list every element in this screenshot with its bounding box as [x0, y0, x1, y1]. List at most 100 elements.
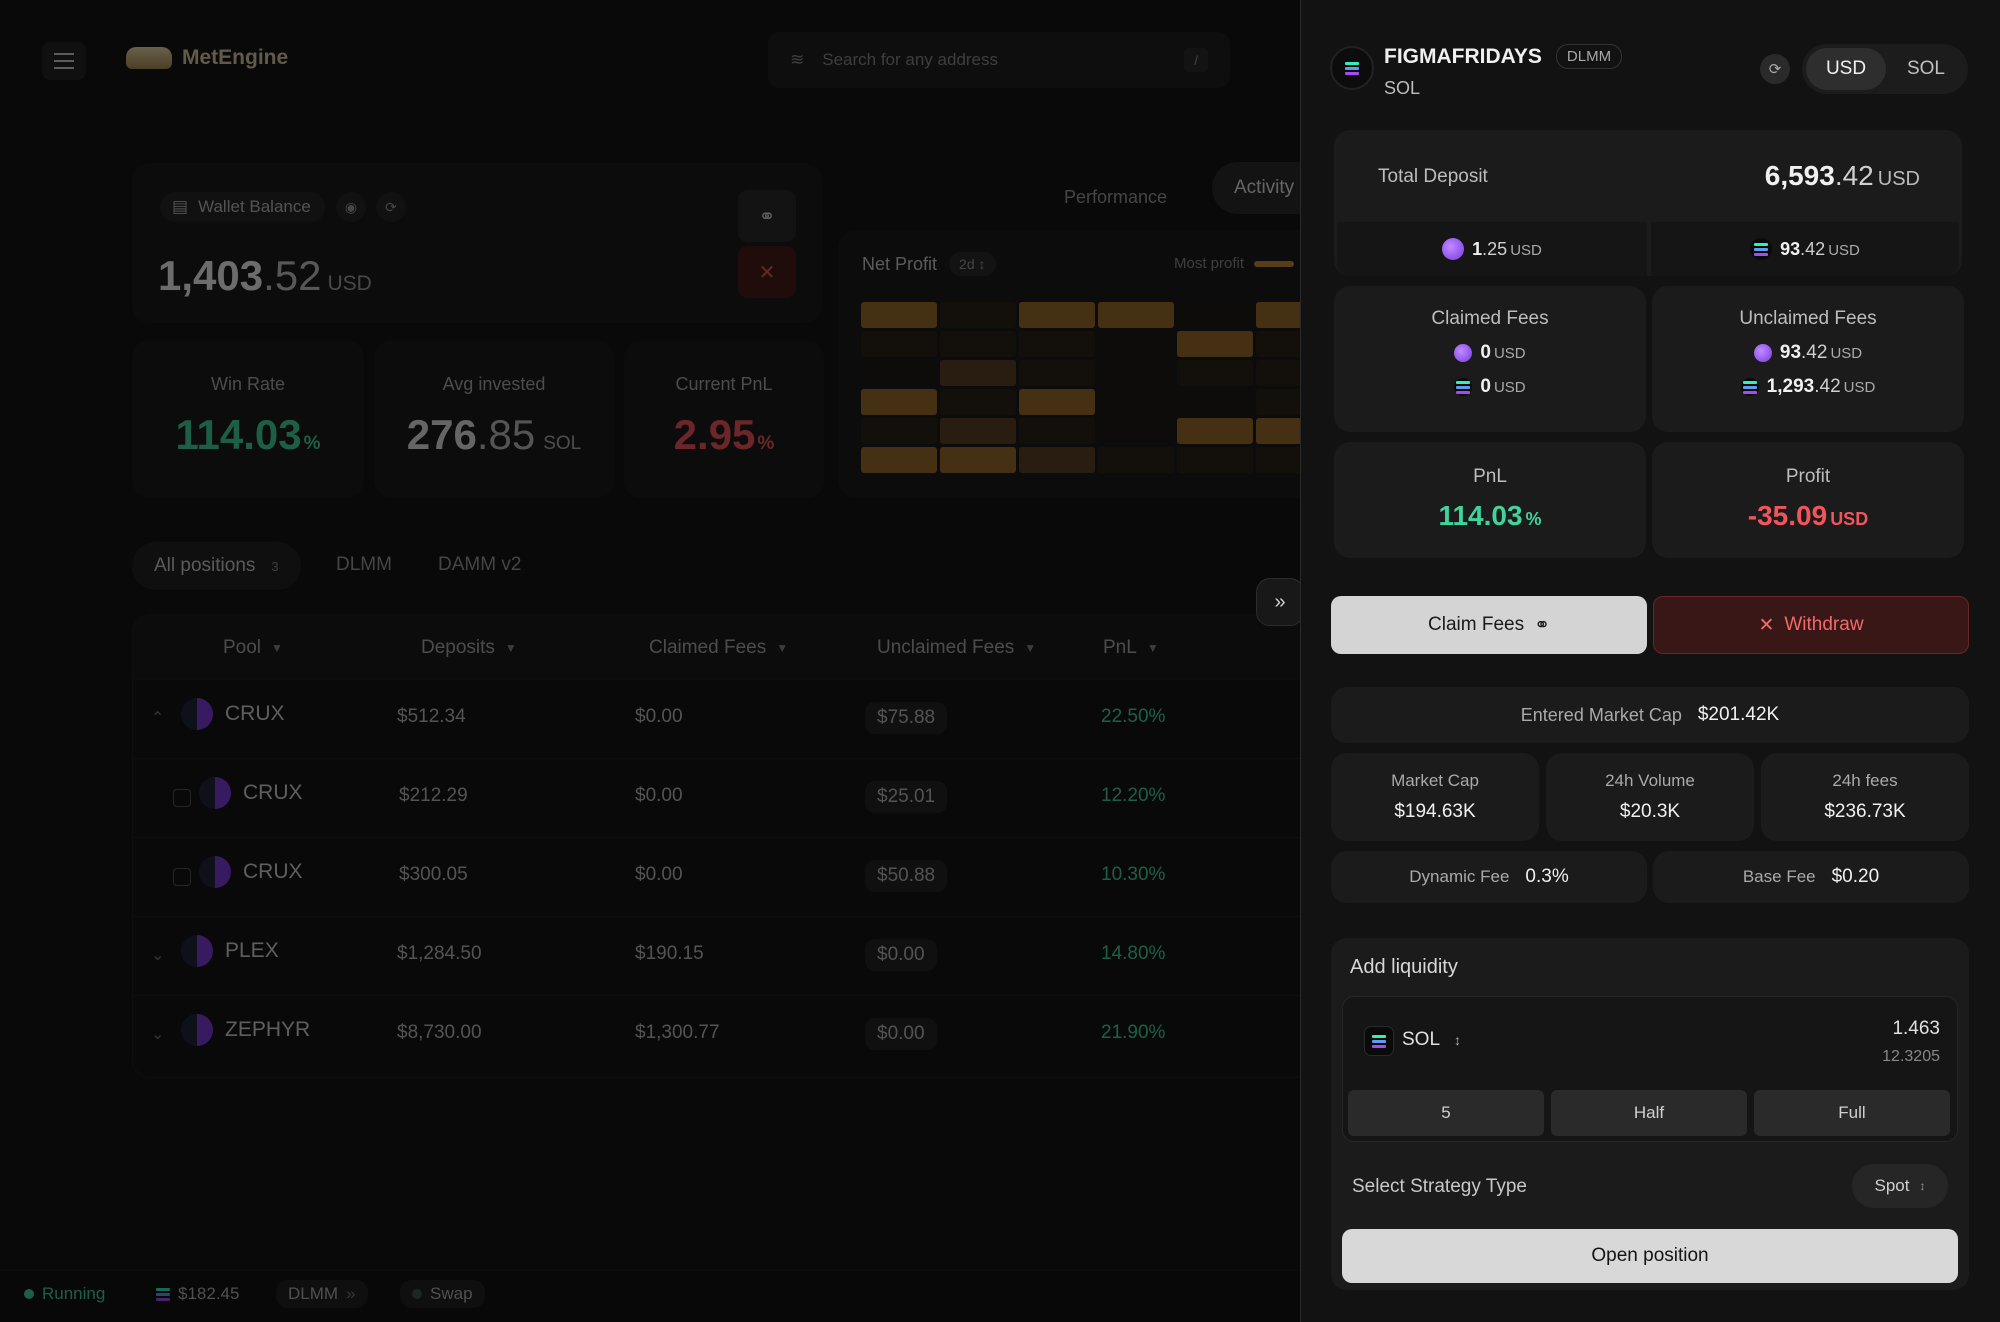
heatmap-cell[interactable] — [1177, 447, 1253, 473]
preset-full-button[interactable]: Full — [1754, 1090, 1950, 1136]
heatmap-cell[interactable] — [1019, 331, 1095, 357]
row-checkbox[interactable] — [173, 868, 191, 886]
pool-cell: CRUX — [199, 856, 303, 888]
heatmap-cell[interactable] — [1177, 389, 1253, 415]
filter-all-positions[interactable]: All positions 3 — [132, 542, 301, 590]
refresh-icon[interactable]: ⟳ — [1760, 54, 1790, 84]
claim-fees-button[interactable]: Claim Fees ⚭ — [1331, 596, 1647, 654]
heatmap-cell[interactable] — [1019, 447, 1095, 473]
coins-icon: ⚭ — [758, 205, 776, 228]
search-input[interactable]: Search for any address — [822, 50, 998, 70]
heatmap-cell[interactable] — [1177, 302, 1253, 328]
currency-sol[interactable]: SOL — [1886, 48, 1966, 90]
heatmap-cell[interactable] — [1098, 418, 1174, 444]
status-running: Running — [24, 1284, 105, 1304]
chevron-up-icon[interactable]: ⌃ — [151, 708, 164, 728]
heatmap-cell[interactable] — [1177, 418, 1253, 444]
heatmap-cell[interactable] — [1177, 331, 1253, 357]
column-pnl[interactable]: PnL ▼ — [1103, 637, 1159, 659]
column-pool[interactable]: Pool ▼ — [223, 637, 283, 659]
table-row[interactable]: CRUX $212.29 $0.00 $25.01 12.20% — [133, 758, 1311, 837]
heatmap-cell[interactable] — [1098, 302, 1174, 328]
heatmap-cell[interactable] — [1098, 360, 1174, 386]
preset-5-button[interactable]: 5 — [1348, 1090, 1544, 1136]
heatmap-cell[interactable] — [940, 418, 1016, 444]
heatmap-cell[interactable] — [861, 331, 937, 357]
heatmap-cell[interactable] — [1177, 360, 1253, 386]
filter-damm-v2[interactable]: DAMM v2 — [438, 554, 521, 576]
preset-half-button[interactable]: Half — [1551, 1090, 1747, 1136]
heatmap-cell[interactable] — [1019, 302, 1095, 328]
heatmap-cell[interactable] — [861, 302, 937, 328]
heatmap-cell[interactable] — [1019, 418, 1095, 444]
add-liquidity-title: Add liquidity — [1350, 956, 1458, 978]
dynamic-fee: Dynamic Fee 0.3% — [1331, 851, 1647, 903]
currency-usd[interactable]: USD — [1806, 48, 1886, 90]
coins-button[interactable]: ⚭ — [738, 190, 796, 242]
filter-dlmm[interactable]: DLMM — [336, 554, 392, 576]
close-icon: ✕ — [1758, 614, 1775, 636]
chevron-updown-icon: ↕ — [1919, 1179, 1926, 1193]
table-row[interactable]: ⌄ ZEPHYR $8,730.00 $1,300.77 $0.00 21.90% — [133, 995, 1311, 1074]
pool-token-icon — [181, 935, 213, 967]
pool-token-icon — [181, 1014, 213, 1046]
chevron-down-icon[interactable]: ⌄ — [151, 945, 164, 965]
withdraw-button[interactable]: ✕ Withdraw — [1653, 596, 1969, 654]
unclaimed-fees-cell: $0.00 — [865, 1018, 937, 1050]
token-select[interactable]: SOL ↕ — [1402, 1029, 1461, 1051]
pnl-cell: 21.90% — [1101, 1022, 1166, 1043]
heatmap-cell[interactable] — [861, 360, 937, 386]
heatmap-cell[interactable] — [1098, 389, 1174, 415]
search-bar[interactable]: ≋ Search for any address / — [768, 32, 1230, 88]
positions-table: Pool ▼ Deposits ▼ Claimed Fees ▼ Unclaimed … — [132, 614, 1312, 1078]
heatmap-cell[interactable] — [940, 447, 1016, 473]
row-checkbox[interactable] — [173, 789, 191, 807]
heatmap-cell[interactable] — [1098, 331, 1174, 357]
sol-icon — [156, 1287, 170, 1301]
column-unclaimed-fees[interactable]: Unclaimed Fees ▼ — [877, 637, 1036, 659]
coins-icon: ⚭ — [1534, 614, 1550, 636]
heatmap-cell[interactable] — [940, 389, 1016, 415]
chevron-down-icon[interactable]: ⌄ — [151, 1024, 164, 1044]
heatmap-cell[interactable] — [861, 418, 937, 444]
range-select[interactable]: 2d ↕ — [949, 252, 996, 276]
strategy-select[interactable]: Spot ↕ — [1852, 1164, 1948, 1208]
currency-toggle[interactable]: USD SOL — [1802, 44, 1968, 94]
unclaimed-fees-panel: Unclaimed Fees 93.42 USD 1,293.42 USD — [1652, 286, 1964, 432]
pnl-cell: 12.20% — [1101, 785, 1166, 806]
menu-icon[interactable] — [42, 42, 86, 80]
liquidity-amount-input[interactable]: 1.463 — [1780, 1018, 1940, 1040]
liquidity-amount-usd: 12.3205 — [1882, 1048, 1940, 1065]
heatmap-cell[interactable] — [1019, 389, 1095, 415]
heatmap-cell[interactable] — [861, 389, 937, 415]
brand-logo[interactable]: MetEngine — [126, 46, 288, 70]
tab-performance[interactable]: Performance — [1040, 172, 1191, 222]
metric-market-cap: Market Cap $194.63K — [1331, 753, 1539, 841]
heatmap-cell[interactable] — [1019, 360, 1095, 386]
column-deposits[interactable]: Deposits ▼ — [421, 637, 517, 659]
column-claimed-fees[interactable]: Claimed Fees ▼ — [649, 637, 788, 659]
heatmap-cell[interactable] — [861, 447, 937, 473]
pool-cell: CRUX — [199, 777, 303, 809]
table-row[interactable]: ⌃ CRUX $512.34 $0.00 $75.88 22.50% — [133, 679, 1311, 758]
unclaimed-fees-cell: $75.88 — [865, 702, 948, 734]
open-position-button[interactable]: Open position — [1342, 1229, 1958, 1283]
pool-type-badge: DLMM — [1555, 44, 1623, 69]
heatmap-cell[interactable] — [1098, 447, 1174, 473]
heatmap-cell[interactable] — [940, 331, 1016, 357]
total-deposit-value: 6,593.42 USD — [1764, 160, 1920, 191]
heatmap-cell[interactable] — [940, 302, 1016, 328]
eye-icon[interactable]: ◉ — [336, 192, 366, 222]
refresh-icon[interactable]: ⟳ — [376, 192, 406, 222]
table-row[interactable]: CRUX $300.05 $0.00 $50.88 10.30% — [133, 837, 1311, 916]
base-fee: Base Fee $0.20 — [1653, 851, 1969, 903]
heatmap-cell[interactable] — [940, 360, 1016, 386]
wallet-icon: ▤ — [172, 197, 189, 216]
background-page: MetEngine ≋ Search for any address / ▤ W… — [0, 0, 1332, 1322]
table-row[interactable]: ⌄ PLEX $1,284.50 $190.15 $0.00 14.80% — [133, 916, 1311, 995]
swap-button[interactable]: Swap — [400, 1280, 485, 1308]
double-chevron-right-icon: » — [1274, 590, 1286, 613]
mode-dlmm[interactable]: DLMM» — [276, 1280, 368, 1308]
close-button[interactable]: ✕ — [738, 246, 796, 298]
collapse-drawer-button[interactable]: » — [1256, 578, 1304, 626]
